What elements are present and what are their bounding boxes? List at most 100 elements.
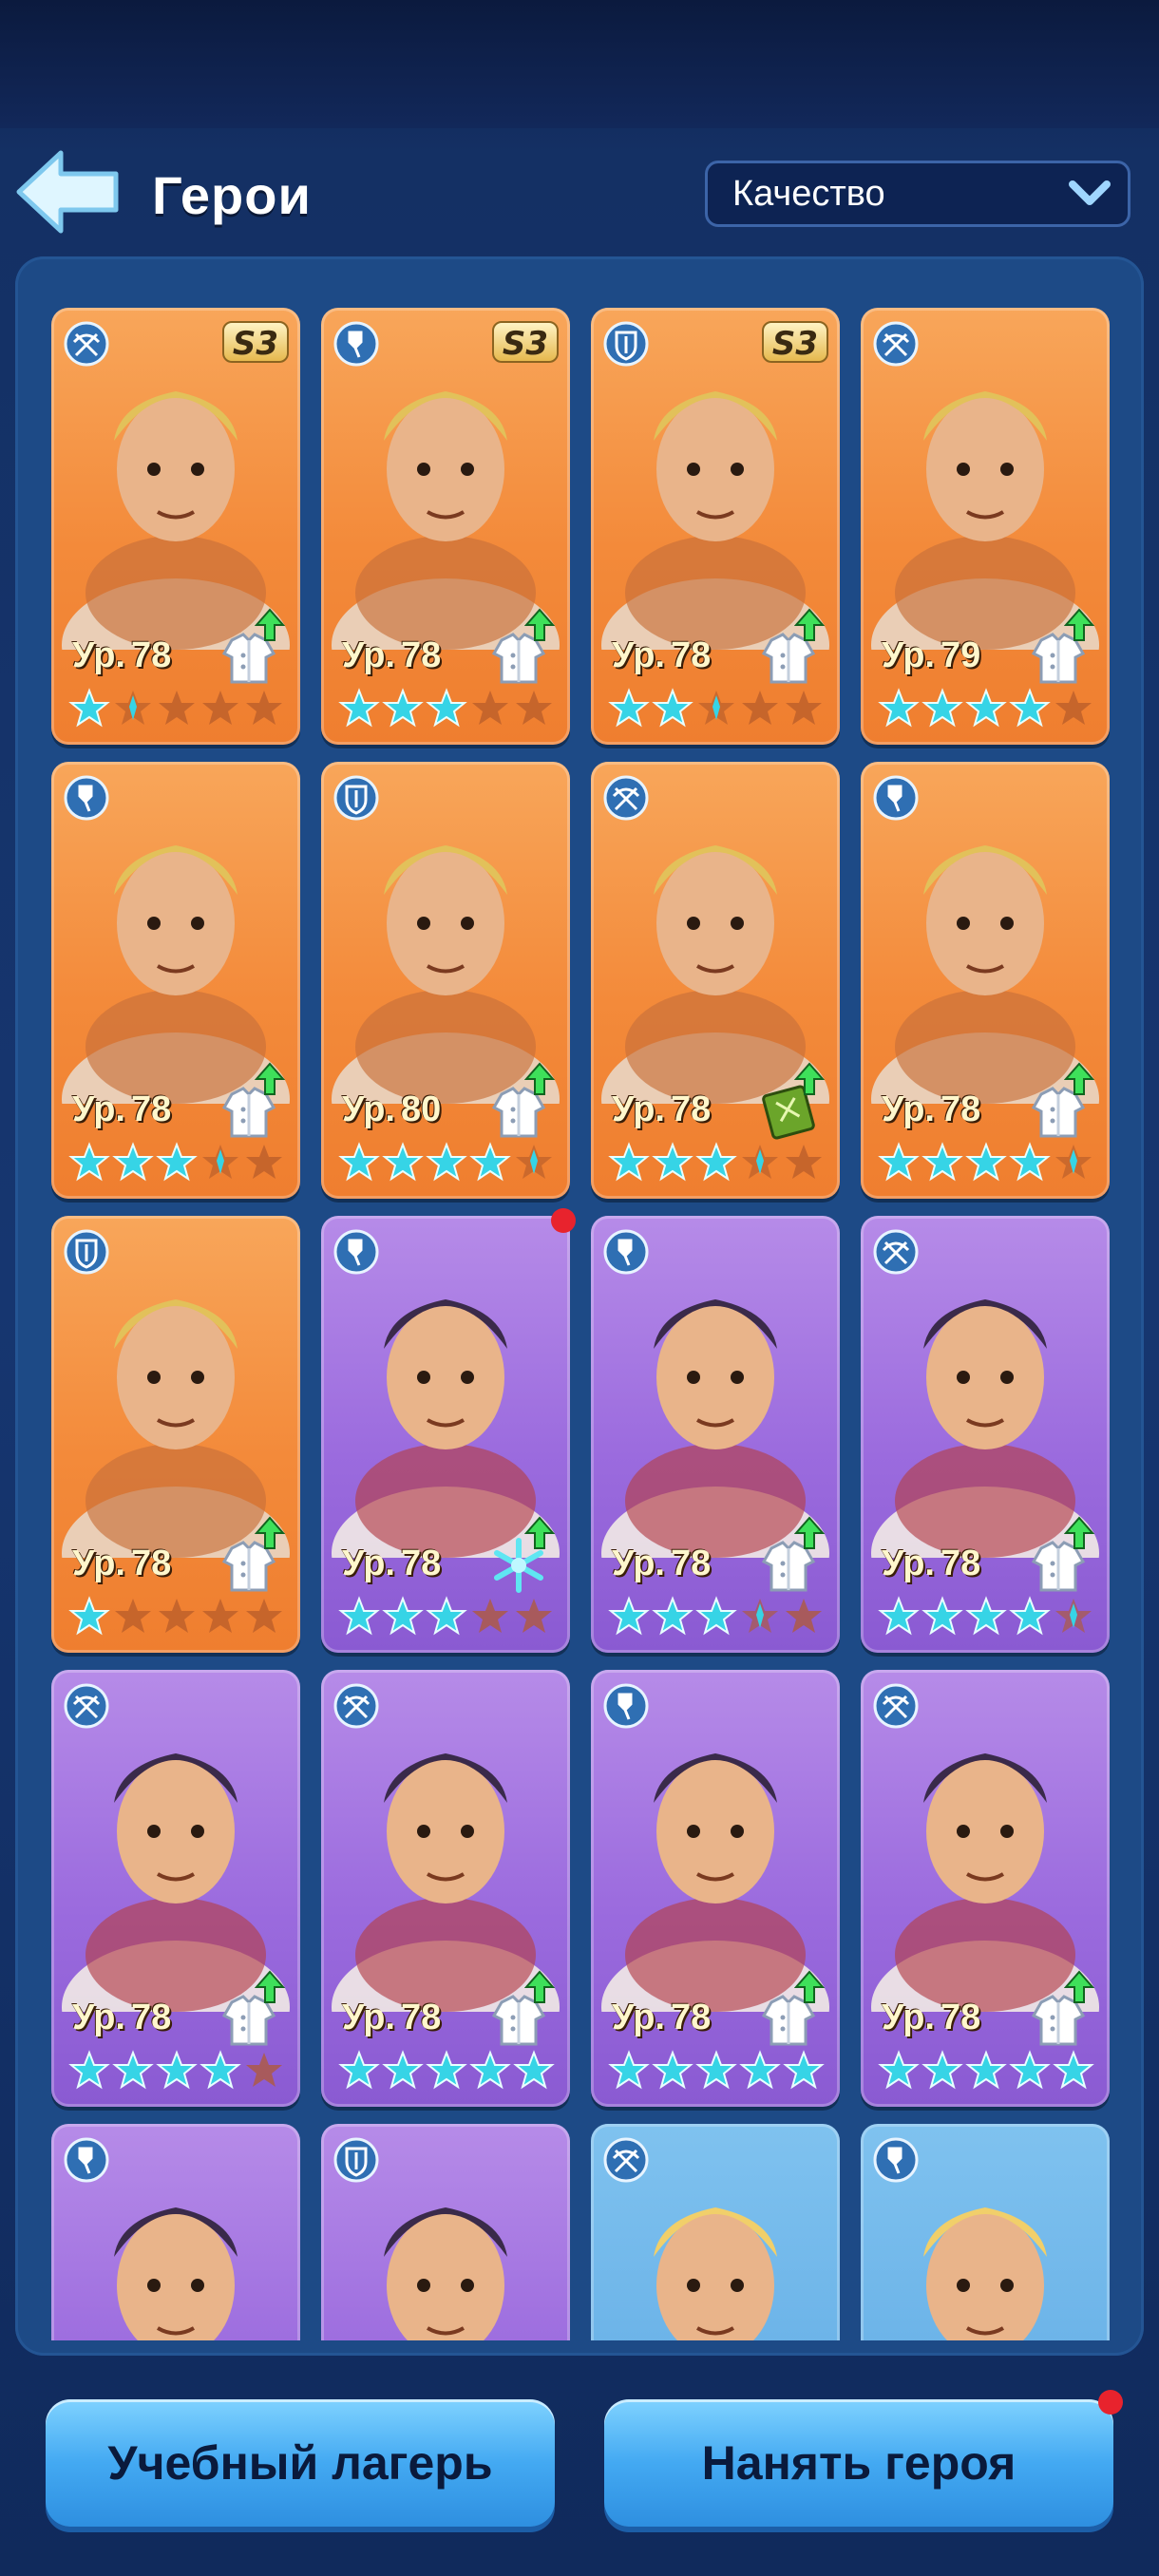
star-full-icon <box>469 2050 511 2090</box>
level-number: 78 <box>400 635 442 675</box>
hero-notification-dot <box>551 1208 576 1233</box>
star-full-icon <box>1009 1596 1051 1636</box>
hero-card[interactable]: S3 Ур. 78 <box>591 308 840 745</box>
level-prefix: Ур. <box>612 1544 665 1583</box>
star-full-icon <box>878 2050 920 2090</box>
hero-level: Ур. 78 <box>612 635 711 676</box>
hero-level: Ур. 79 <box>882 635 980 676</box>
star-full-icon <box>878 1596 920 1636</box>
level-number: 80 <box>400 1089 442 1129</box>
star-half-icon <box>115 691 151 725</box>
star-full-icon <box>652 688 694 728</box>
crossbow-role-icon <box>603 2137 649 2183</box>
hero-card[interactable] <box>321 2124 570 2340</box>
level-prefix: Ур. <box>612 1089 665 1129</box>
star-rating <box>338 1142 557 1184</box>
star-full-icon <box>156 1142 198 1182</box>
crossbow-role-icon <box>64 321 109 367</box>
level-prefix: Ур. <box>882 1089 935 1129</box>
level-prefix: Ур. <box>612 635 665 675</box>
level-prefix: Ур. <box>72 1089 125 1129</box>
back-arrow-icon <box>16 150 119 234</box>
crossbow-role-icon <box>333 1683 379 1729</box>
level-prefix: Ур. <box>342 635 395 675</box>
hero-card[interactable]: Ур. 78 <box>861 762 1110 1199</box>
heroes-grid[interactable]: S3 Ур. 78 S3 Ур. 78 S3 Ур. 78 Ур. 79 Ур. 78 <box>51 308 1125 2340</box>
star-empty-icon <box>516 1599 552 1633</box>
shovel-role-icon <box>333 321 379 367</box>
star-half-icon <box>1055 1599 1092 1633</box>
hero-card[interactable] <box>51 2124 300 2340</box>
star-empty-icon <box>472 1599 508 1633</box>
header: Герои Качество <box>0 138 1159 252</box>
hero-card[interactable]: Ур. 78 <box>591 1216 840 1653</box>
page-title: Герои <box>152 165 312 225</box>
level-prefix: Ур. <box>72 1998 125 2037</box>
hero-card[interactable]: Ур. 78 <box>321 1216 570 1653</box>
level-prefix: Ур. <box>72 1544 125 1583</box>
season-badge: S3 <box>222 321 289 363</box>
level-prefix: Ур. <box>612 1998 665 2037</box>
crossbow-role-icon <box>873 1229 919 1275</box>
star-half-icon <box>742 1145 778 1179</box>
star-full-icon <box>513 2050 555 2090</box>
sort-dropdown[interactable]: Качество <box>705 161 1130 227</box>
upgrade-arrow-icon <box>255 1516 285 1549</box>
star-empty-icon <box>246 1145 282 1179</box>
star-rating <box>68 1596 287 1638</box>
hire-hero-button[interactable]: Нанять героя <box>604 2399 1113 2527</box>
hero-card[interactable]: Ур. 79 <box>861 308 1110 745</box>
upgrade-arrow-icon <box>1064 608 1094 641</box>
star-full-icon <box>965 688 1007 728</box>
upgrade-arrow-icon <box>524 1062 555 1095</box>
heroes-panel[interactable]: S3 Ур. 78 S3 Ур. 78 S3 Ур. 78 Ур. 79 Ур. 78 <box>15 256 1144 2356</box>
hero-card[interactable] <box>591 2124 840 2340</box>
hero-card[interactable] <box>861 2124 1110 2340</box>
hero-card[interactable]: Ур. 78 <box>861 1670 1110 2107</box>
level-number: 78 <box>130 1998 172 2037</box>
star-empty-icon <box>472 691 508 725</box>
star-full-icon <box>878 1142 920 1182</box>
star-empty-icon <box>786 1145 822 1179</box>
shovel-role-icon <box>873 2137 919 2183</box>
hero-card[interactable]: Ур. 78 <box>321 1670 570 2107</box>
shovel-role-icon <box>603 1683 649 1729</box>
star-full-icon <box>1009 688 1051 728</box>
level-number: 78 <box>670 1089 712 1129</box>
hero-card[interactable]: Ур. 78 <box>591 1670 840 2107</box>
star-full-icon <box>652 2050 694 2090</box>
star-full-icon <box>382 2050 424 2090</box>
hero-card[interactable]: Ур. 80 <box>321 762 570 1199</box>
star-full-icon <box>382 688 424 728</box>
hero-level: Ур. 78 <box>882 1998 980 2038</box>
star-half-icon <box>1055 1145 1092 1179</box>
level-prefix: Ур. <box>882 1998 935 2037</box>
star-full-icon <box>426 2050 467 2090</box>
star-full-icon <box>112 1142 154 1182</box>
star-full-icon <box>965 1142 1007 1182</box>
hero-level: Ур. 78 <box>882 1544 980 1584</box>
star-half-icon <box>742 1599 778 1633</box>
star-empty-icon <box>246 1599 282 1633</box>
hero-card[interactable]: Ур. 78 <box>861 1216 1110 1653</box>
hero-card[interactable]: S3 Ур. 78 <box>51 308 300 745</box>
hero-level: Ур. 78 <box>72 1089 171 1130</box>
back-button[interactable] <box>13 147 123 237</box>
upgrade-arrow-icon <box>255 1062 285 1095</box>
star-full-icon <box>695 1142 737 1182</box>
hero-card[interactable]: Ур. 78 <box>51 762 300 1199</box>
star-full-icon <box>200 2050 241 2090</box>
upgrade-arrow-icon <box>255 608 285 641</box>
hero-card[interactable]: S3 Ур. 78 <box>321 308 570 745</box>
star-full-icon <box>156 2050 198 2090</box>
hero-level: Ур. 80 <box>342 1089 441 1130</box>
hero-card[interactable]: Ур. 78 <box>51 1670 300 2107</box>
level-number: 78 <box>400 1998 442 2037</box>
star-empty-icon <box>246 691 282 725</box>
star-empty-icon <box>786 691 822 725</box>
star-rating <box>338 688 557 729</box>
star-rating <box>608 1142 826 1184</box>
hero-card[interactable]: Ур. 78 <box>591 762 840 1199</box>
training-camp-button[interactable]: Учебный лагерь <box>46 2399 555 2527</box>
hero-card[interactable]: Ур. 78 <box>51 1216 300 1653</box>
